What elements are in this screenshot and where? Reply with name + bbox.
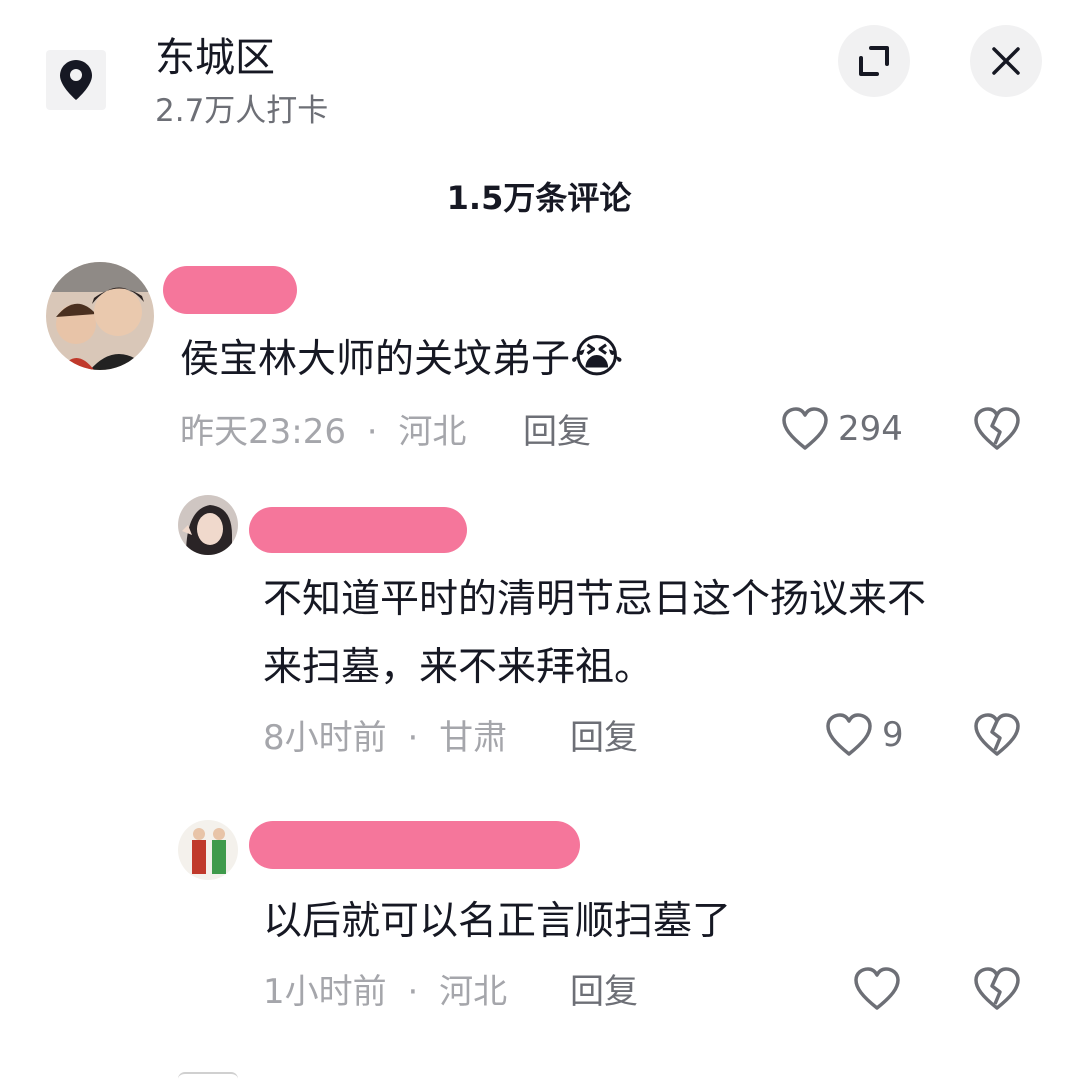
avatar[interactable]: [178, 820, 238, 880]
like-count: 9: [882, 715, 904, 755]
username-redacted[interactable]: [163, 266, 297, 314]
comment-region: 甘肃: [439, 718, 508, 758]
avatar-photo-icon: [46, 262, 154, 370]
comment-line: 来扫墓，来不来拜祖。: [263, 645, 654, 690]
comment-region: 河北: [398, 412, 467, 452]
comment-meta: 1小时前 · 河北: [263, 970, 507, 1014]
comment-text: 不知道平时的清明节忌日这个扬议来不 来扫墓，来不来拜祖。: [263, 566, 926, 702]
location-title[interactable]: 东城区: [155, 30, 275, 86]
crying-emoji-icon: 😭: [570, 329, 624, 383]
heart-icon: [782, 407, 828, 450]
avatar-photo-icon: [178, 495, 238, 555]
username-redacted[interactable]: [249, 507, 467, 553]
expand-button[interactable]: [838, 25, 910, 97]
comment-time: 8小时前: [263, 718, 387, 758]
meta-dot: ·: [366, 412, 378, 452]
location-icon-box: [46, 50, 106, 110]
comment-time: 1小时前: [263, 972, 387, 1012]
comment-meta: 8小时前 · 甘肃: [263, 716, 507, 760]
heart-icon: [826, 713, 872, 756]
comment-text: 以后就可以名正言顺扫墓了: [263, 899, 732, 944]
meta-dot: ·: [407, 718, 419, 758]
like-button[interactable]: 9: [824, 712, 904, 758]
like-button[interactable]: 294: [780, 406, 903, 452]
like-button[interactable]: [852, 966, 902, 1012]
broken-heart-icon: [974, 407, 1020, 450]
comment-meta: 昨天23:26 · 河北: [180, 410, 466, 454]
comment-body: 侯宝林大师的关坟弟子: [180, 337, 571, 382]
comment-text: 侯宝林大师的关坟弟子😭: [180, 322, 624, 394]
dislike-button[interactable]: [972, 406, 1022, 456]
broken-heart-icon: [974, 713, 1020, 756]
username-redacted[interactable]: [249, 821, 580, 869]
comment-region: 河北: [439, 972, 508, 1012]
comment-count-title: 1.5万条评论: [446, 179, 632, 217]
comment-line: 不知道平时的清明节忌日这个扬议来不: [263, 577, 927, 622]
broken-heart-icon: [974, 967, 1020, 1010]
dislike-button[interactable]: [972, 712, 1022, 762]
comment-time: 昨天23:26: [180, 412, 346, 452]
reply-button[interactable]: 回复: [570, 716, 638, 760]
like-count: 294: [838, 409, 903, 449]
checkin-count: 2.7万人打卡: [155, 93, 329, 129]
close-icon: [992, 47, 1020, 75]
location-pin-icon: [60, 60, 92, 100]
close-button[interactable]: [970, 25, 1042, 97]
heart-icon: [854, 967, 900, 1010]
reply-button[interactable]: 回复: [523, 410, 591, 454]
avatar[interactable]: [46, 262, 154, 370]
avatar[interactable]: [178, 495, 238, 555]
next-comment-avatar-partial: [178, 1072, 238, 1079]
expand-icon: [859, 46, 889, 76]
meta-dot: ·: [407, 972, 419, 1012]
dislike-button[interactable]: [972, 966, 1022, 1016]
reply-button[interactable]: 回复: [570, 970, 638, 1014]
avatar-photo-icon: [178, 820, 238, 880]
